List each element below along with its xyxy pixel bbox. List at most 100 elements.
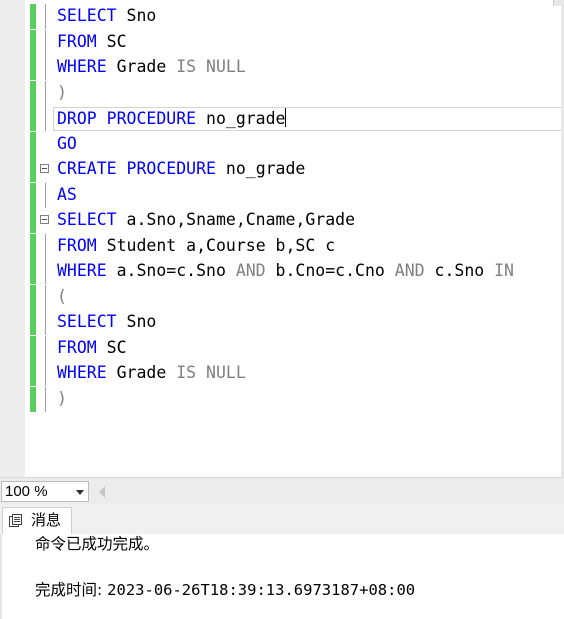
change-marker bbox=[30, 106, 36, 131]
current-line-highlight bbox=[53, 107, 564, 131]
sql-identifier: Grade bbox=[106, 363, 177, 382]
sql-keyword: SELECT bbox=[57, 6, 117, 25]
code-text: SELECT Sno bbox=[57, 312, 156, 332]
code-text: WHERE a.Sno=c.Sno AND b.Cno=c.Cno AND c.… bbox=[57, 261, 514, 281]
fold-guide bbox=[45, 361, 46, 386]
tab-messages-label: 消息 bbox=[31, 511, 62, 529]
sql-operator: IS NULL bbox=[176, 363, 246, 382]
change-marker bbox=[30, 361, 36, 386]
change-marker bbox=[30, 259, 36, 284]
code-line[interactable]: SELECT Sno bbox=[0, 4, 564, 29]
change-marker bbox=[30, 29, 36, 55]
code-text: CREATE PROCEDURE no_grade bbox=[57, 159, 305, 179]
sql-operator: ) bbox=[57, 82, 67, 102]
code-text: WHERE Grade IS NULL bbox=[57, 363, 246, 383]
code-line[interactable]: SELECT Sno bbox=[0, 310, 564, 335]
sql-keyword: FROM bbox=[57, 235, 97, 255]
change-marker bbox=[30, 157, 36, 182]
change-marker bbox=[30, 55, 36, 80]
result-message: 命令已成功完成。 bbox=[35, 535, 160, 553]
sql-operator: IN bbox=[494, 261, 514, 280]
code-text: ) bbox=[57, 83, 67, 103]
editor-statusbar: 100 % bbox=[0, 477, 564, 505]
code-line[interactable]: ) bbox=[0, 386, 564, 412]
completion-time-value: 2023-06-26T18:39:13.6973187+08:00 bbox=[107, 581, 416, 599]
sql-operator: ( bbox=[57, 286, 67, 306]
results-pane: 消息 命令已成功完成。 完成时间: 2023-06-26T18:39:13.69… bbox=[0, 504, 564, 619]
change-marker bbox=[30, 182, 36, 208]
code-text: AS bbox=[57, 185, 77, 205]
code-line[interactable]: WHERE Grade IS NULL bbox=[0, 361, 564, 386]
change-marker bbox=[30, 131, 36, 157]
code-text: FROM Student a,Course b,SC c bbox=[57, 236, 335, 256]
sql-keyword: WHERE bbox=[57, 363, 107, 382]
code-line[interactable]: ( bbox=[0, 284, 564, 310]
sql-keyword: AS bbox=[57, 184, 77, 204]
zoom-dropdown[interactable]: 100 % bbox=[1, 481, 89, 502]
sql-operator: AND bbox=[394, 261, 425, 280]
collapse-icon[interactable] bbox=[40, 164, 49, 173]
fold-guide bbox=[45, 80, 46, 106]
messages-icon bbox=[9, 514, 22, 527]
code-text: FROM SC bbox=[57, 338, 127, 358]
tab-messages[interactable]: 消息 bbox=[2, 507, 72, 534]
fold-guide bbox=[45, 106, 46, 131]
sql-keyword: SELECT bbox=[57, 312, 117, 331]
code-line[interactable]: AS bbox=[0, 182, 564, 208]
change-marker bbox=[30, 233, 36, 259]
sql-keyword: FROM bbox=[57, 337, 97, 357]
fold-guide bbox=[45, 259, 46, 284]
code-line[interactable]: CREATE PROCEDURE no_grade bbox=[0, 157, 564, 182]
code-line[interactable]: ) bbox=[0, 80, 564, 106]
code-text: WHERE Grade IS NULL bbox=[57, 57, 246, 77]
fold-guide bbox=[45, 233, 46, 259]
zoom-value: 100 % bbox=[5, 483, 48, 500]
fold-guide bbox=[45, 386, 46, 412]
sql-identifier: Student a,Course b,SC c bbox=[96, 235, 336, 255]
results-tab-strip: 消息 bbox=[0, 504, 564, 534]
code-line[interactable]: FROM SC bbox=[0, 29, 564, 55]
change-marker bbox=[30, 386, 36, 412]
sql-identifier: SC bbox=[96, 31, 127, 51]
completion-time-label: 完成时间: bbox=[35, 581, 108, 599]
query-editor[interactable]: SELECT Sno FROM SC WHERE Grade IS NULL) DRO… bbox=[0, 0, 564, 477]
fold-guide bbox=[45, 29, 46, 55]
sql-identifier: SC bbox=[96, 337, 127, 357]
collapse-icon[interactable] bbox=[40, 215, 49, 224]
code-text: ( bbox=[57, 287, 67, 307]
code-line[interactable]: FROM SC bbox=[0, 335, 564, 361]
change-marker bbox=[30, 310, 36, 335]
chevron-down-icon bbox=[76, 490, 84, 495]
sql-identifier: a.Sno=c.Sno bbox=[106, 261, 236, 280]
change-marker bbox=[30, 208, 36, 233]
change-marker bbox=[30, 4, 36, 29]
scroll-marker bbox=[553, 0, 564, 6]
sql-keyword: FROM bbox=[57, 31, 97, 51]
change-marker bbox=[30, 80, 36, 106]
code-text: SELECT Sno bbox=[57, 6, 156, 26]
code-line[interactable]: WHERE Grade IS NULL bbox=[0, 55, 564, 80]
sql-identifier: b.Cno=c.Cno bbox=[265, 261, 395, 280]
sql-keyword: WHERE bbox=[57, 57, 107, 76]
code-line[interactable]: SELECT a.Sno,Sname,Cname,Grade bbox=[0, 208, 564, 233]
sql-identifier: Sno bbox=[116, 312, 157, 331]
sql-keyword: WHERE bbox=[57, 261, 107, 280]
change-marker bbox=[30, 335, 36, 361]
fold-guide bbox=[45, 284, 46, 310]
sql-identifier: c.Sno bbox=[424, 261, 495, 280]
sql-identifier: Sno bbox=[116, 6, 157, 25]
completion-time-line: 完成时间: 2023-06-26T18:39:13.6973187+08:00 bbox=[35, 580, 415, 600]
code-text: ) bbox=[57, 389, 67, 409]
code-line[interactable]: GO bbox=[0, 131, 564, 157]
sql-operator: ) bbox=[57, 388, 67, 408]
fold-guide bbox=[45, 335, 46, 361]
sql-keyword: GO bbox=[57, 133, 77, 153]
sql-keyword: CREATE PROCEDURE bbox=[57, 159, 216, 178]
sql-identifier: Grade bbox=[106, 57, 177, 76]
code-text: SELECT a.Sno,Sname,Cname,Grade bbox=[57, 210, 355, 230]
code-line[interactable]: WHERE a.Sno=c.Sno AND b.Cno=c.Cno AND c.… bbox=[0, 259, 564, 284]
fold-guide bbox=[45, 55, 46, 80]
sql-keyword: SELECT bbox=[57, 210, 117, 229]
scroll-left-icon[interactable] bbox=[99, 486, 105, 498]
code-line[interactable]: FROM Student a,Course b,SC c bbox=[0, 233, 564, 259]
